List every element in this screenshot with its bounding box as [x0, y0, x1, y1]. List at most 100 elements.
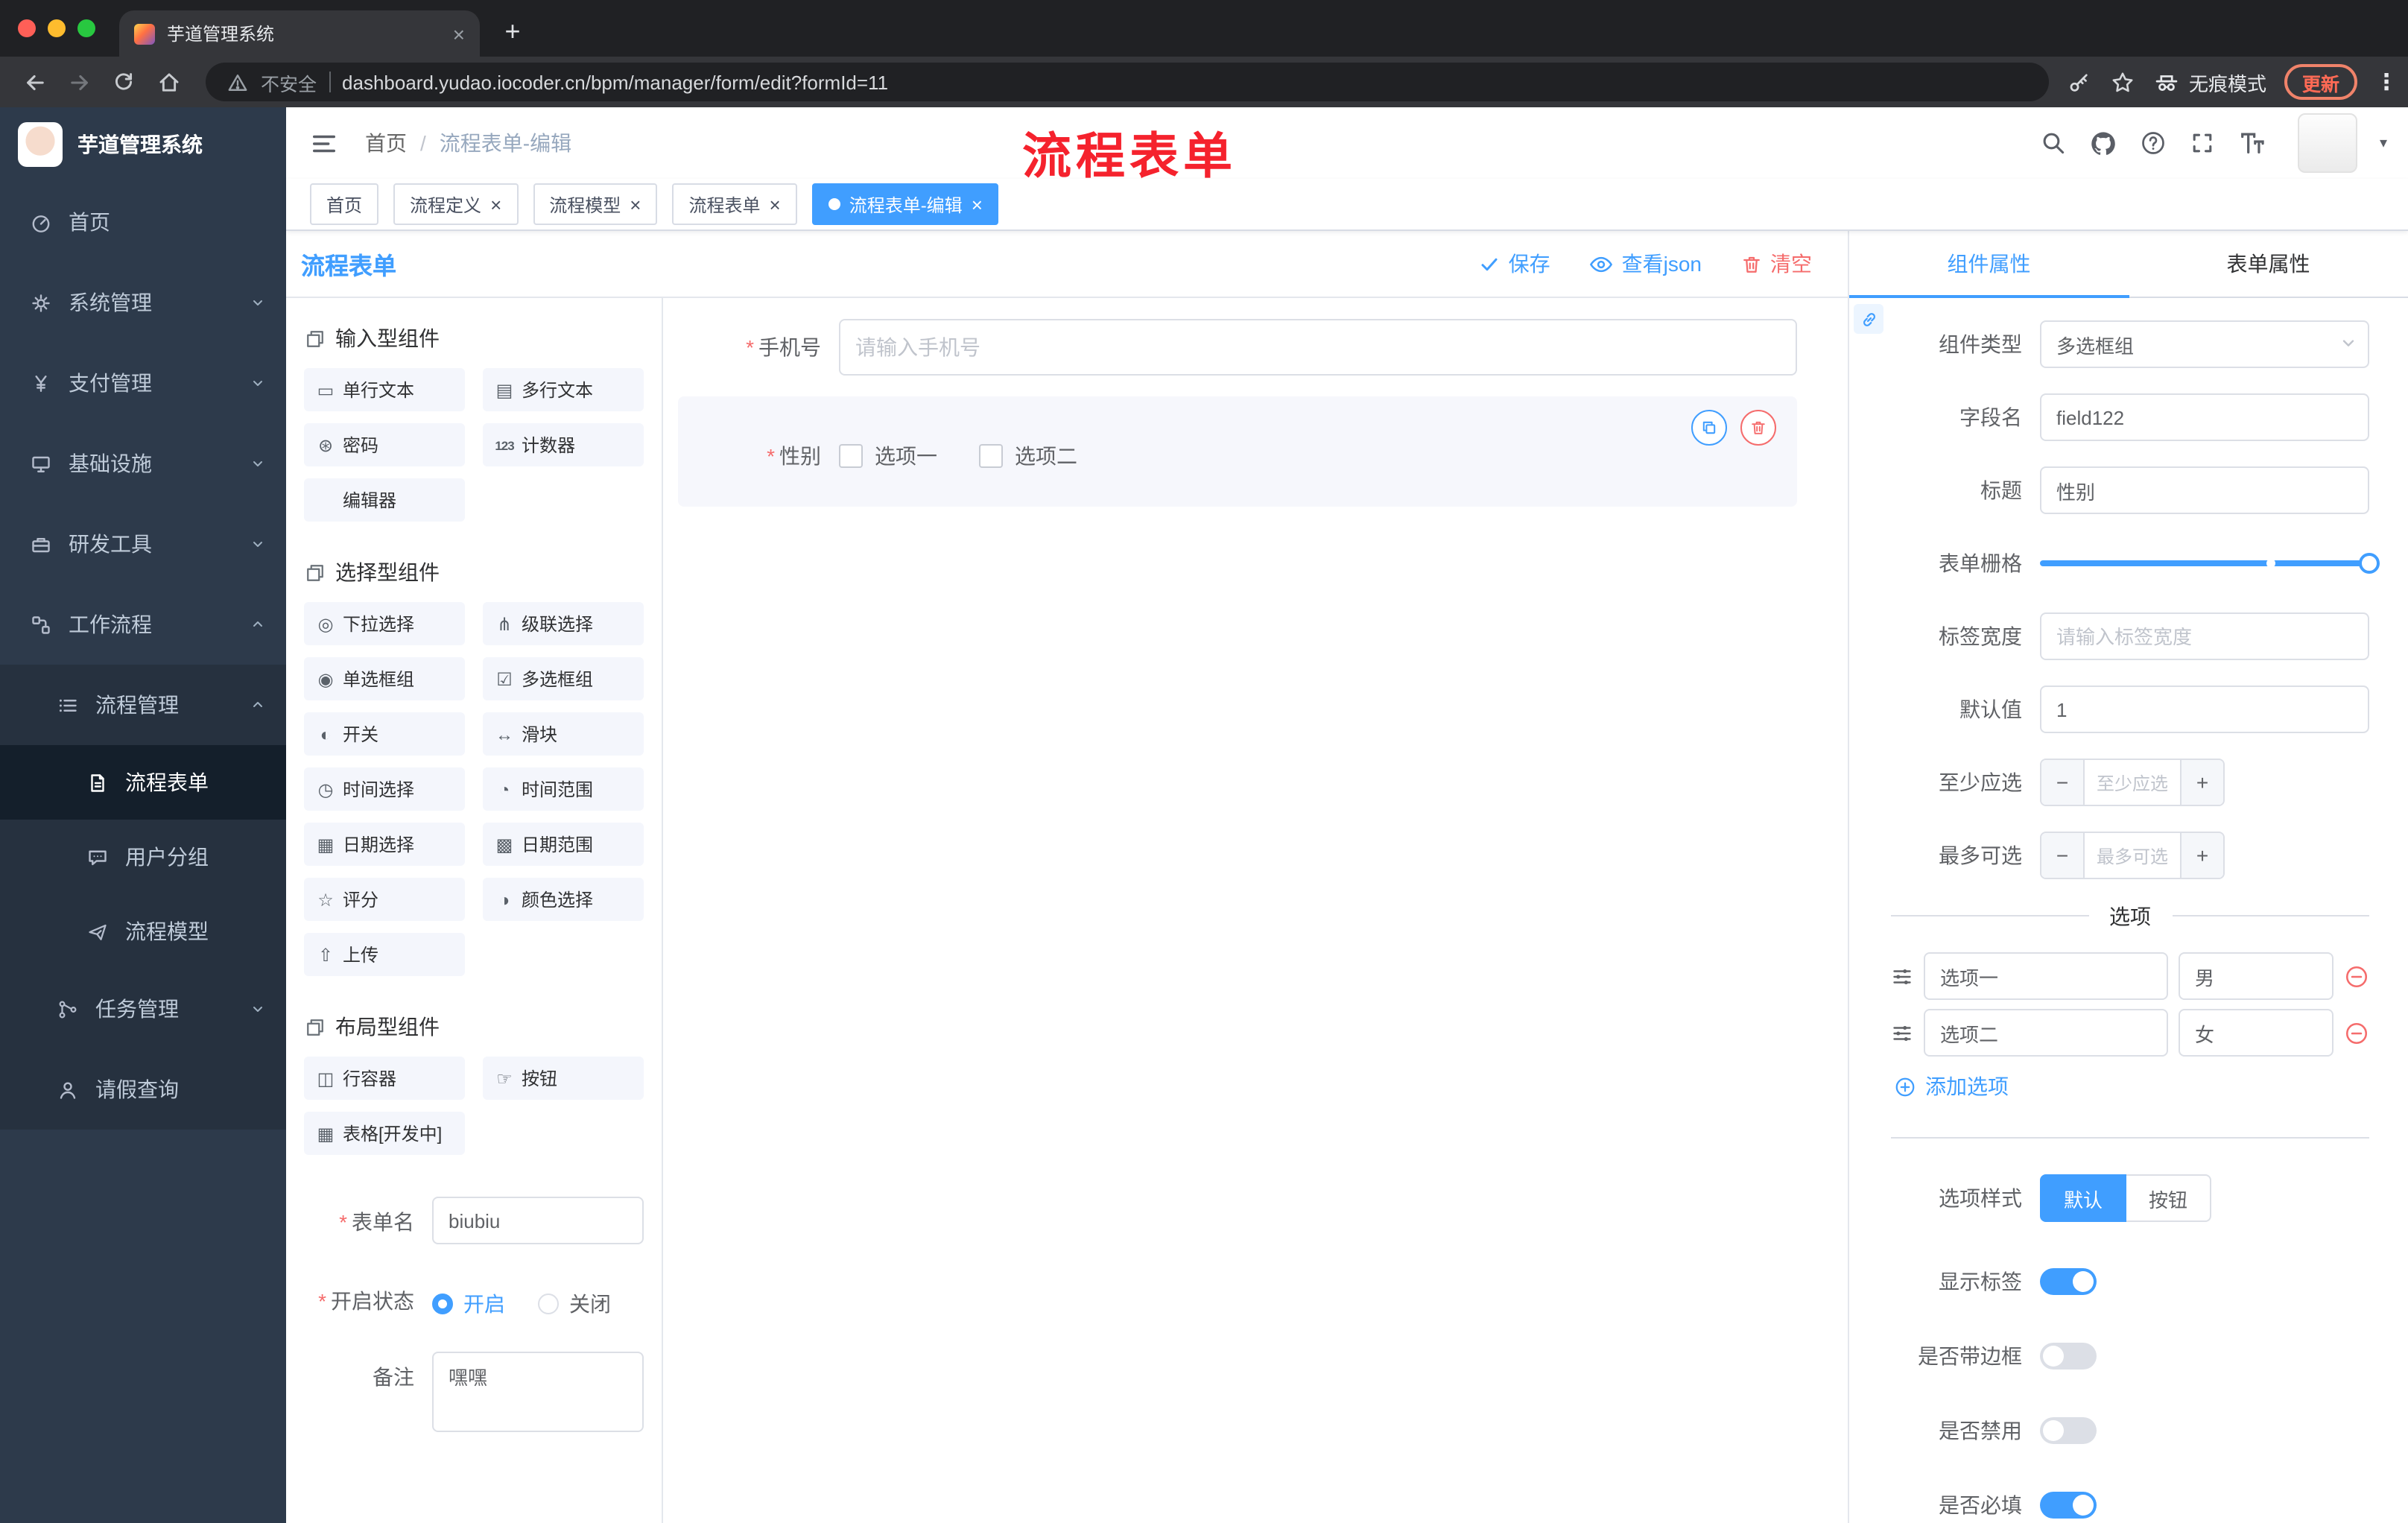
title-input[interactable] [2040, 466, 2369, 514]
field-name-input[interactable] [2040, 393, 2369, 441]
remove-option-button[interactable] [2344, 963, 2369, 989]
chip-slider[interactable]: ↔ 滑块 [483, 712, 644, 756]
sidebar-item-user-group[interactable]: 用户分组 [0, 820, 286, 894]
sidebar-item-task-mgmt[interactable]: 任务管理 [0, 969, 286, 1049]
browser-tab[interactable]: 芋道管理系统 × [119, 10, 480, 57]
tag-home[interactable]: 首页 [310, 183, 379, 225]
drag-handle-icon[interactable] [1891, 1022, 1913, 1044]
chip-single-line-text[interactable]: ▭ 单行文本 [304, 368, 465, 411]
font-size-button[interactable] [2238, 129, 2266, 157]
default-value-input[interactable] [2040, 685, 2369, 733]
github-button[interactable] [2089, 129, 2117, 157]
gender-option-2-checkbox[interactable]: 选项二 [979, 441, 1077, 471]
sidebar-item-workflow[interactable]: 工作流程 [0, 584, 286, 665]
save-button[interactable]: 保存 [1479, 249, 1550, 279]
bookmark-star-button[interactable] [2110, 69, 2135, 95]
tab-form-props[interactable]: 表单属性 [2129, 231, 2408, 297]
close-window-button[interactable] [18, 19, 36, 37]
link-icon[interactable] [1854, 304, 1883, 334]
tag-process-form-edit[interactable]: 流程表单-编辑 × [811, 183, 999, 225]
component-type-select[interactable] [2040, 320, 2369, 368]
chip-multi-line-text[interactable]: ▤ 多行文本 [483, 368, 644, 411]
sidebar-item-infra[interactable]: 基础设施 [0, 423, 286, 504]
chip-table-wip[interactable]: ▦ 表格[开发中] [304, 1112, 465, 1155]
search-button[interactable] [2040, 130, 2067, 156]
form-remark-textarea[interactable]: 嘿嘿 [432, 1352, 644, 1432]
chip-time-picker[interactable]: ◷ 时间选择 [304, 767, 465, 811]
chip-row-container[interactable]: ◫ 行容器 [304, 1057, 465, 1100]
slider-handle[interactable] [2359, 553, 2380, 574]
border-toggle[interactable] [2040, 1343, 2097, 1370]
browser-menu-button[interactable]: ⋮ [2375, 69, 2398, 95]
option-2-name-input[interactable] [1924, 1009, 2168, 1057]
grid-slider[interactable] [2040, 539, 2380, 587]
option-2-value-input[interactable] [2179, 1009, 2333, 1057]
avatar-caret-icon[interactable]: ▾ [2380, 135, 2387, 151]
max-checked-placeholder[interactable]: 最多可选 [2083, 833, 2182, 878]
component-type-value[interactable] [2040, 320, 2369, 368]
tag-close-icon[interactable]: × [490, 194, 501, 214]
tab-close-icon[interactable]: × [453, 23, 465, 44]
chip-rate[interactable]: ☆ 评分 [304, 878, 465, 921]
chip-editor[interactable]: 编辑器 [304, 478, 465, 522]
sidebar-item-process-form[interactable]: 流程表单 [0, 745, 286, 820]
chip-checkbox-group[interactable]: ☑ 多选框组 [483, 657, 644, 700]
tag-close-icon[interactable]: × [770, 194, 781, 214]
chip-button[interactable]: ☞ 按钮 [483, 1057, 644, 1100]
tag-process-definition[interactable]: 流程定义 × [393, 183, 519, 225]
option-style-button-button[interactable]: 按钮 [2126, 1174, 2212, 1222]
chip-date-range[interactable]: ▩ 日期范围 [483, 823, 644, 866]
chip-color-picker[interactable]: ◑ 颜色选择 [483, 878, 644, 921]
help-button[interactable] [2140, 130, 2167, 156]
clear-button[interactable]: 清空 [1740, 249, 1812, 279]
chip-time-range[interactable]: ◔ 时间范围 [483, 767, 644, 811]
gender-option-1-checkbox[interactable]: 选项一 [839, 441, 937, 471]
sidebar-item-process-mgmt[interactable]: 流程管理 [0, 665, 286, 745]
sidebar-item-home[interactable]: 首页 [0, 182, 286, 262]
remove-option-button[interactable] [2344, 1020, 2369, 1045]
sidebar-item-devtools[interactable]: 研发工具 [0, 504, 286, 584]
disabled-toggle[interactable] [2040, 1417, 2097, 1444]
tag-close-icon[interactable]: × [630, 194, 641, 214]
fullscreen-button[interactable] [2189, 130, 2216, 156]
label-width-input[interactable] [2040, 612, 2369, 660]
tag-close-icon[interactable]: × [972, 194, 983, 214]
chip-counter[interactable]: 123 计数器 [483, 423, 644, 466]
browser-update-button[interactable]: 更新 [2284, 64, 2357, 100]
address-bar[interactable]: 不安全 dashboard.yudao.iocoder.cn/bpm/manag… [206, 63, 2049, 101]
decrease-button[interactable]: − [2041, 760, 2083, 805]
minimize-window-button[interactable] [48, 19, 66, 37]
canvas-field-phone[interactable]: * 手机号 [678, 319, 1797, 376]
sidebar-item-leave-query[interactable]: 请假查询 [0, 1049, 286, 1130]
show-label-toggle[interactable] [2040, 1268, 2097, 1295]
min-checked-placeholder[interactable]: 至少应选 [2083, 760, 2182, 805]
chip-password[interactable]: ⊛ 密码 [304, 423, 465, 466]
status-radio-open[interactable]: 开启 [432, 1289, 505, 1319]
chip-select[interactable]: ◎ 下拉选择 [304, 602, 465, 645]
delete-component-button[interactable] [1740, 410, 1776, 446]
form-name-input[interactable] [432, 1197, 644, 1244]
collapse-sidebar-button[interactable] [310, 129, 338, 157]
new-tab-button[interactable]: + [492, 10, 533, 52]
tag-process-form[interactable]: 流程表单 × [672, 183, 797, 225]
increase-button[interactable]: + [2182, 760, 2223, 805]
form-canvas[interactable]: *手机号 *性别 选项一 选项二 [663, 298, 1848, 1523]
drag-handle-icon[interactable] [1891, 965, 1913, 987]
duplicate-component-button[interactable] [1691, 410, 1727, 446]
sidebar-item-system[interactable]: 系统管理 [0, 262, 286, 343]
add-option-button[interactable]: 添加选项 [1894, 1071, 2369, 1101]
option-1-value-input[interactable] [2179, 952, 2333, 1000]
chip-switch[interactable]: ◐ 开关 [304, 712, 465, 756]
tab-component-props[interactable]: 组件属性 [1849, 231, 2129, 298]
chip-cascader[interactable]: ⋔ 级联选择 [483, 602, 644, 645]
option-style-default-button[interactable]: 默认 [2040, 1174, 2127, 1222]
breadcrumb-home[interactable]: 首页 [365, 128, 407, 158]
back-button[interactable] [15, 63, 54, 101]
maximize-window-button[interactable] [77, 19, 95, 37]
option-1-name-input[interactable] [1924, 952, 2168, 1000]
reload-button[interactable] [104, 63, 143, 101]
avatar[interactable] [2297, 113, 2357, 173]
chip-upload[interactable]: ⇧ 上传 [304, 933, 465, 976]
password-key-button[interactable] [2067, 69, 2092, 95]
sidebar-item-process-model[interactable]: 流程模型 [0, 894, 286, 969]
